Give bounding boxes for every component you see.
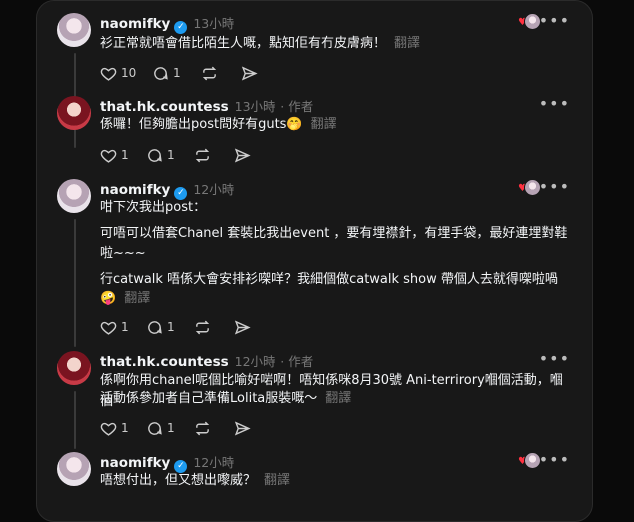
share-button[interactable] [234, 318, 251, 336]
speech-bubble-icon [148, 320, 162, 334]
action-bar: 10 1 [100, 64, 300, 82]
heart-outline-icon [100, 422, 117, 436]
more-dots-icon[interactable]: ••• [539, 177, 570, 196]
send-plane-icon [234, 147, 251, 163]
author-tag: · 作者 [280, 99, 314, 114]
translate-link[interactable]: 翻譯 [124, 291, 150, 306]
translate-link[interactable]: 翻譯 [264, 473, 290, 488]
thread-panel: naomifky ✓ 13小時 ♥ ••• 衫正常就唔會借比陌生人嘅，點知佢有冇皮膚… [36, 0, 593, 522]
action-bar: 1 1 [100, 146, 300, 164]
post-text-line: 行catwalk 唔係大會安排衫㗎咩？我細個做catwalk show 帶個人去… [100, 272, 558, 287]
avatar[interactable] [57, 452, 91, 486]
post-text-line: 咁下次我出post： [100, 200, 207, 215]
repost-arrows-icon [195, 320, 210, 334]
heart-outline-icon [100, 149, 117, 163]
post-text-line: 啦~~~ [100, 246, 146, 261]
reply-count: 1 [167, 148, 175, 162]
post-text: 衫正常就唔會借比陌生人嘅，點知佢有冇皮膚病！ 翻譯 [100, 36, 421, 51]
author-tag: · 作者 [280, 354, 314, 369]
share-button[interactable] [234, 419, 251, 437]
send-plane-icon [241, 65, 258, 81]
reply-count: 1 [167, 320, 175, 334]
like-button[interactable]: 1 [100, 419, 129, 437]
username[interactable]: that.hk.countess [100, 99, 229, 115]
like-button[interactable]: 1 [100, 146, 129, 164]
avatar[interactable] [57, 179, 91, 213]
translate-link[interactable]: 翻譯 [311, 117, 337, 132]
liked-by-author-badge: ♥ [518, 13, 541, 30]
avatar[interactable] [57, 351, 91, 385]
like-count: 10 [121, 66, 137, 80]
username[interactable]: that.hk.countess [100, 354, 229, 370]
like-button[interactable]: 10 [100, 64, 136, 82]
username[interactable]: naomifky [100, 16, 170, 32]
like-count: 1 [121, 320, 129, 334]
timestamp[interactable]: 13小時 [235, 99, 276, 114]
more-dots-icon[interactable]: ••• [539, 450, 570, 469]
like-count: 1 [121, 421, 129, 435]
post-text: 係囉！佢夠膽出post問好有guts🤭 翻譯 [100, 117, 337, 132]
reply-button[interactable]: 1 [146, 318, 175, 336]
thread-line [74, 391, 76, 449]
heart-outline-icon [100, 321, 117, 335]
post-text: 🤪 翻譯 [100, 291, 151, 306]
avatar[interactable] [57, 13, 91, 47]
liked-by-author-badge: ♥ [518, 179, 541, 196]
post-text-line: 可唔可以借套Chanel 套裝比我出event ，要有埋襟針，有埋手袋，最好連埋… [100, 226, 568, 241]
speech-bubble-icon [154, 66, 168, 80]
repost-arrows-icon [195, 148, 210, 162]
heart-outline-icon [100, 67, 117, 81]
share-button[interactable] [234, 146, 251, 164]
reply-button[interactable]: 1 [146, 146, 175, 164]
timestamp[interactable]: 12小時 [193, 182, 234, 197]
repost-button[interactable] [201, 64, 218, 82]
send-plane-icon [234, 319, 251, 335]
repost-arrows-icon [202, 66, 217, 80]
speech-bubble-icon [148, 148, 162, 162]
username[interactable]: naomifky [100, 455, 170, 471]
share-button[interactable] [241, 64, 258, 82]
avatar[interactable] [57, 96, 91, 130]
more-dots-icon[interactable]: ••• [539, 94, 570, 113]
timestamp[interactable]: 13小時 [193, 16, 234, 31]
more-dots-icon[interactable]: ••• [539, 11, 570, 30]
username[interactable]: naomifky [100, 182, 170, 198]
speech-bubble-icon [148, 421, 162, 435]
action-bar: 1 1 [100, 419, 300, 437]
liked-by-author-badge: ♥ [518, 452, 541, 469]
reply-button[interactable]: 1 [146, 419, 175, 437]
action-bar: 1 1 [100, 318, 300, 336]
translate-link[interactable]: 翻譯 [394, 36, 420, 51]
post-text: 唔想付出，但又想出嚟威？ 翻譯 [100, 473, 291, 488]
reply-count: 1 [167, 421, 175, 435]
repost-arrows-icon [195, 421, 210, 435]
send-plane-icon [234, 420, 251, 436]
like-button[interactable]: 1 [100, 318, 129, 336]
thread-line [74, 219, 76, 347]
reply-count: 1 [173, 66, 181, 80]
reply-button[interactable]: 1 [152, 64, 181, 82]
like-count: 1 [121, 148, 129, 162]
repost-button[interactable] [194, 318, 211, 336]
repost-button[interactable] [194, 419, 211, 437]
translate-link[interactable]: 翻譯 [325, 391, 351, 406]
repost-button[interactable] [194, 146, 211, 164]
more-dots-icon[interactable]: ••• [539, 349, 570, 368]
timestamp[interactable]: 12小時 [235, 354, 276, 369]
timestamp[interactable]: 12小時 [193, 455, 234, 470]
post-text: 活動係參加者自己準備Lolita服裝嘅～ 翻譯 [100, 391, 352, 406]
